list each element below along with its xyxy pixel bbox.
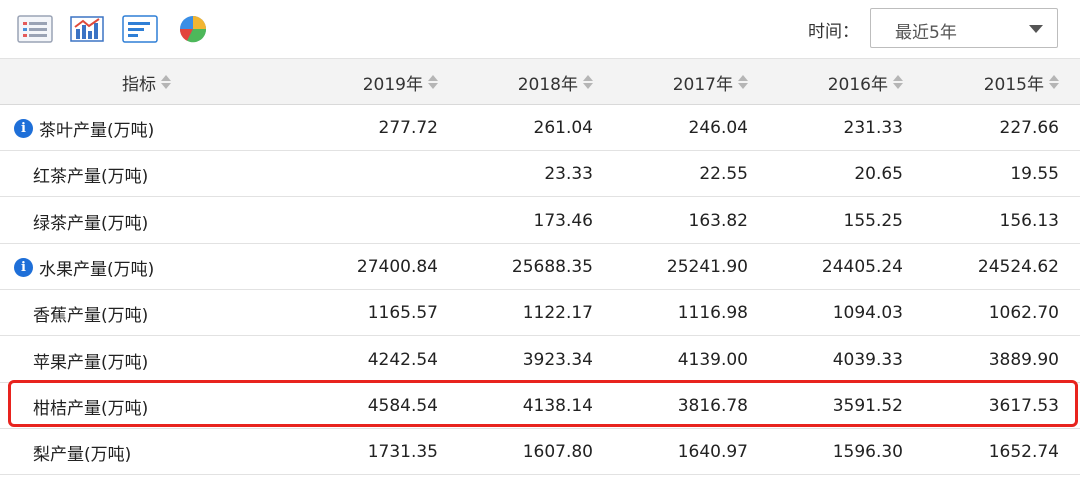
value-cell: 1062.70 (988, 303, 1059, 323)
sort-icon (583, 75, 593, 89)
header-2017[interactable]: 2017年 (610, 59, 748, 105)
value-cell: 20.65 (854, 164, 903, 184)
header-label: 指标 (122, 74, 156, 95)
time-range-select[interactable]: 最近5年 (870, 8, 1058, 48)
table-row[interactable]: 梨产量(万吨) 1731.35 1607.80 1640.97 1596.30 1652.… (0, 429, 1080, 475)
table-row[interactable]: i 水果产量(万吨) 27400.84 25688.35 25241.90 24405.2… (0, 244, 1080, 290)
value-cell: 246.04 (688, 118, 748, 138)
header-label: 2019年 (362, 74, 423, 95)
indicator-name-cell: i 茶叶产量(万吨) (14, 105, 154, 151)
value-cell: 4039.33 (832, 350, 903, 370)
value-cell: 4242.54 (367, 350, 438, 370)
value-cell: 3923.34 (522, 350, 593, 370)
indicator-name-cell: i 水果产量(万吨) (14, 244, 154, 290)
toolbar: 时间： 最近5年 (0, 0, 1080, 59)
indicator-name: 红茶产量(万吨) (33, 166, 149, 187)
header-label: 2018年 (517, 74, 578, 95)
value-cell: 4138.14 (522, 396, 593, 416)
value-cell: 27400.84 (356, 257, 438, 277)
bar-chart-icon (69, 15, 105, 43)
value-cell: 277.72 (378, 118, 438, 138)
value-cell: 1652.74 (988, 442, 1059, 462)
bar-chart-button[interactable] (68, 12, 106, 46)
chevron-down-icon (1029, 25, 1043, 33)
pie-chart-button[interactable] (174, 12, 212, 46)
table-row[interactable]: 绿茶产量(万吨) 173.46 163.82 155.25 156.13 (0, 198, 1080, 244)
value-cell: 19.55 (1010, 164, 1059, 184)
value-cell: 163.82 (688, 211, 748, 231)
indicator-name: 苹果产量(万吨) (33, 352, 149, 373)
indicator-name: 水果产量(万吨) (39, 259, 155, 280)
header-2015[interactable]: 2015年 (921, 59, 1059, 105)
indicator-name: 茶叶产量(万吨) (39, 120, 155, 141)
value-cell: 1094.03 (832, 303, 903, 323)
indicator-name-cell: 红茶产量(万吨) (33, 151, 148, 197)
sort-icon (893, 75, 903, 89)
list-view-button[interactable] (16, 12, 54, 46)
indicator-name-cell: 柑桔产量(万吨) (33, 383, 148, 429)
indicator-name-cell: 苹果产量(万吨) (33, 337, 148, 383)
indicator-name-cell: 绿茶产量(万吨) (33, 198, 148, 244)
value-cell: 24524.62 (977, 257, 1059, 277)
value-cell: 22.55 (699, 164, 748, 184)
horizontal-bar-chart-button[interactable] (121, 12, 159, 46)
value-cell: 25688.35 (511, 257, 593, 277)
value-cell: 3816.78 (677, 396, 748, 416)
table-header: 指标 2019年 2018年 2017年 2016年 2015年 (0, 59, 1080, 105)
header-2018[interactable]: 2018年 (455, 59, 593, 105)
indicator-name: 香蕉产量(万吨) (33, 305, 149, 326)
sort-icon (428, 75, 438, 89)
table-row[interactable]: 苹果产量(万吨) 4242.54 3923.34 4139.00 4039.33 3889… (0, 337, 1080, 383)
indicator-name: 柑桔产量(万吨) (33, 398, 149, 419)
indicator-name-cell: 香蕉产量(万吨) (33, 290, 148, 336)
header-2019[interactable]: 2019年 (300, 59, 438, 105)
indicator-name: 梨产量(万吨) (33, 444, 132, 465)
table-row[interactable]: i 茶叶产量(万吨) 277.72 261.04 246.04 231.33 227.66 (0, 105, 1080, 151)
list-view-icon (17, 15, 53, 43)
value-cell: 25241.90 (666, 257, 748, 277)
sort-icon (738, 75, 748, 89)
indicator-name-cell: 梨产量(万吨) (33, 429, 131, 475)
value-cell (300, 151, 438, 197)
value-cell: 3889.90 (988, 350, 1059, 370)
value-cell: 3617.53 (988, 396, 1059, 416)
value-cell (300, 198, 438, 244)
value-cell: 155.25 (843, 211, 903, 231)
value-cell: 3591.52 (832, 396, 903, 416)
header-label: 2017年 (672, 74, 733, 95)
value-cell: 1165.57 (367, 303, 438, 323)
indicator-name: 绿茶产量(万吨) (33, 213, 149, 234)
value-cell: 156.13 (999, 211, 1059, 231)
time-range-value: 最近5年 (895, 23, 957, 43)
info-icon[interactable]: i (14, 118, 33, 138)
sort-icon (161, 75, 171, 89)
value-cell: 173.46 (533, 211, 593, 231)
header-2016[interactable]: 2016年 (765, 59, 903, 105)
table-row[interactable]: 香蕉产量(万吨) 1165.57 1122.17 1116.98 1094.03 1062… (0, 290, 1080, 336)
horizontal-bar-chart-icon (122, 15, 158, 43)
header-label: 2016年 (827, 74, 888, 95)
time-label: 时间： (808, 22, 859, 42)
value-cell: 1731.35 (367, 442, 438, 462)
header-indicator[interactable]: 指标 (122, 59, 171, 105)
value-cell: 1640.97 (677, 442, 748, 462)
value-cell: 1122.17 (522, 303, 593, 323)
value-cell: 1607.80 (522, 442, 593, 462)
value-cell: 261.04 (533, 118, 593, 138)
info-icon[interactable]: i (14, 257, 33, 277)
sort-icon (1049, 75, 1059, 89)
header-label: 2015年 (983, 74, 1044, 95)
value-cell: 4139.00 (677, 350, 748, 370)
value-cell: 1116.98 (677, 303, 748, 323)
value-cell: 4584.54 (367, 396, 438, 416)
table-row[interactable]: 柑桔产量(万吨) 4584.54 4138.14 3816.78 3591.52 3617… (0, 383, 1080, 429)
value-cell: 23.33 (544, 164, 593, 184)
table-row[interactable]: 红茶产量(万吨) 23.33 22.55 20.65 19.55 (0, 151, 1080, 197)
value-cell: 231.33 (843, 118, 903, 138)
value-cell: 24405.24 (821, 257, 903, 277)
pie-chart-icon (178, 14, 208, 44)
value-cell: 227.66 (999, 118, 1059, 138)
value-cell: 1596.30 (832, 442, 903, 462)
